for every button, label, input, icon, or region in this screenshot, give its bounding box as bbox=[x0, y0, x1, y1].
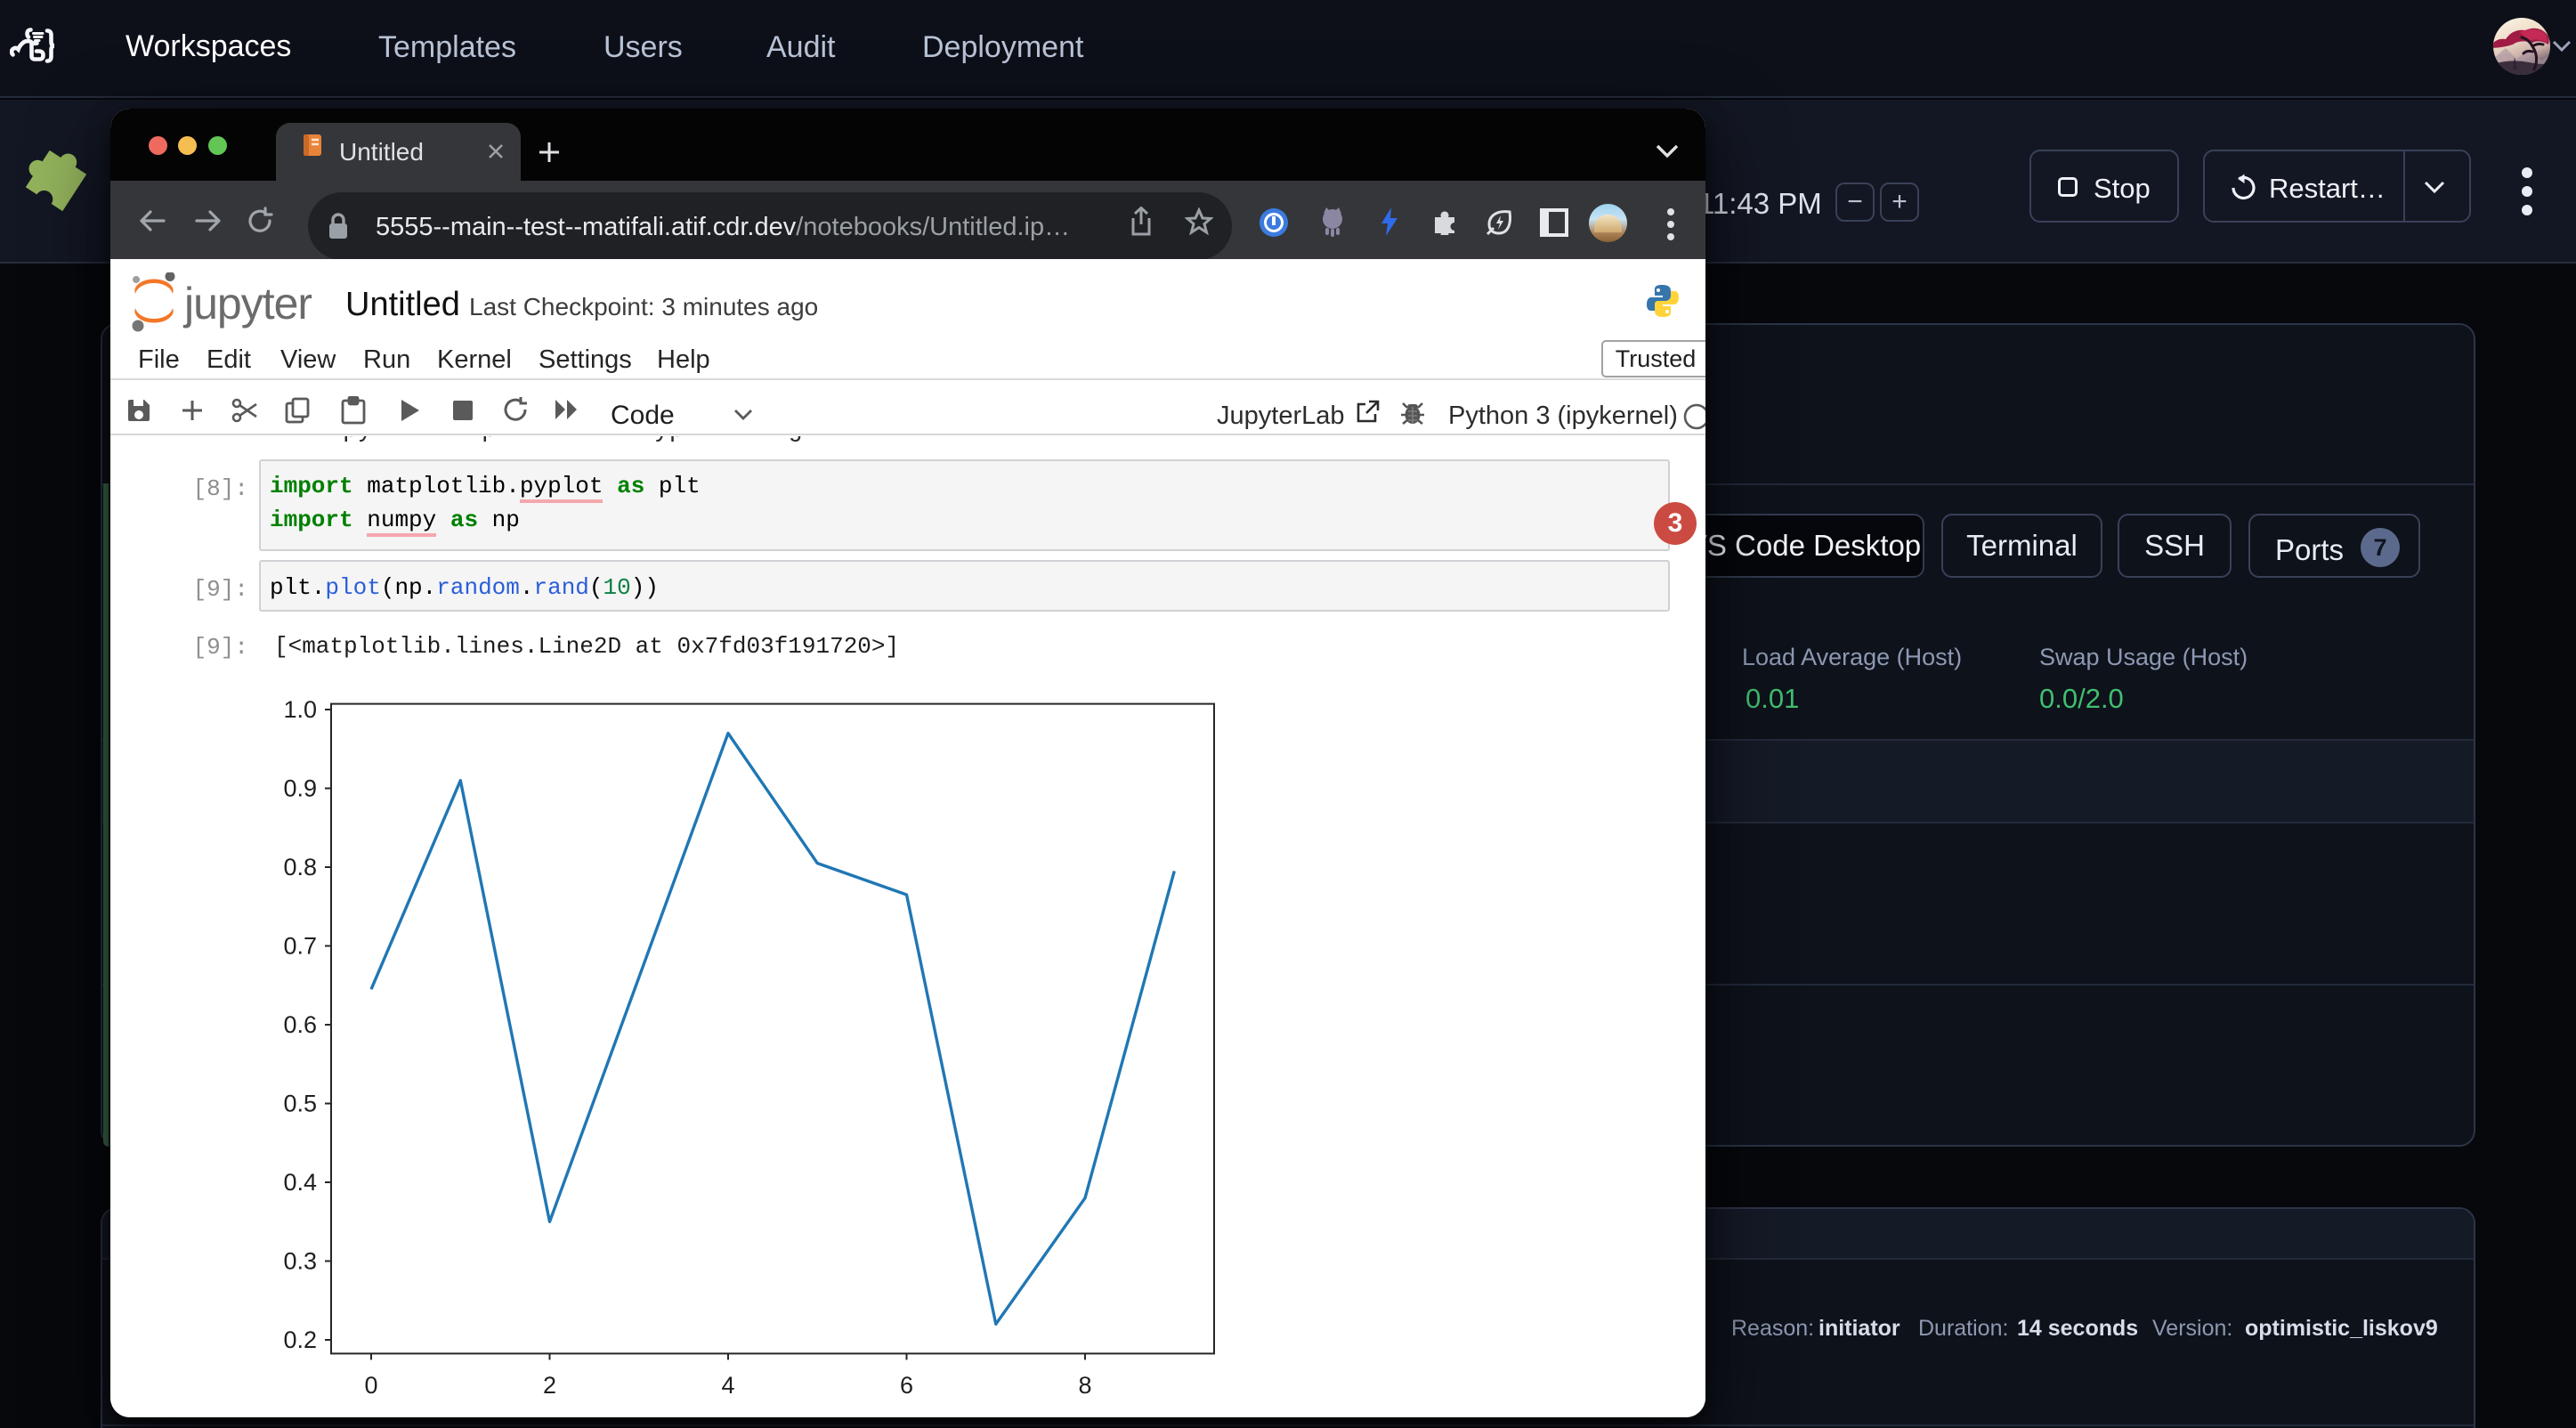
svg-text:0.7: 0.7 bbox=[283, 933, 317, 960]
svg-text:4: 4 bbox=[721, 1372, 734, 1399]
svg-text:1.0: 1.0 bbox=[283, 696, 317, 723]
svg-text:0.3: 0.3 bbox=[283, 1248, 317, 1275]
svg-text:0.6: 0.6 bbox=[283, 1011, 317, 1038]
svg-text:0: 0 bbox=[364, 1372, 377, 1399]
svg-text:0.2: 0.2 bbox=[283, 1327, 317, 1353]
svg-text:6: 6 bbox=[900, 1372, 913, 1399]
svg-text:0.9: 0.9 bbox=[283, 775, 317, 802]
svg-text:2: 2 bbox=[543, 1372, 556, 1399]
svg-text:8: 8 bbox=[1078, 1372, 1091, 1399]
svg-text:0.8: 0.8 bbox=[283, 854, 317, 880]
svg-text:0.5: 0.5 bbox=[283, 1091, 317, 1117]
svg-text:0.4: 0.4 bbox=[283, 1169, 317, 1196]
